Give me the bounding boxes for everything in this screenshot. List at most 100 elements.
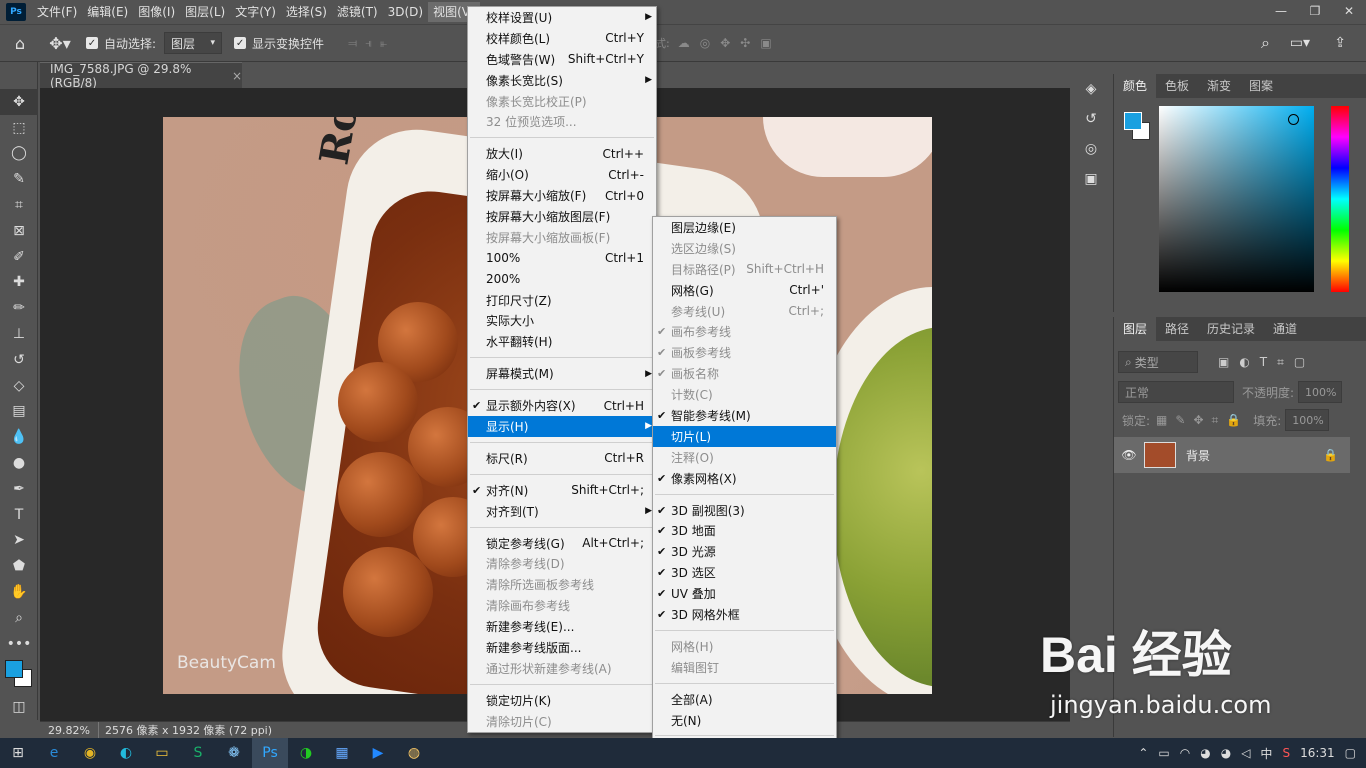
menu-item[interactable]: 色域警告(W) Shift+Ctrl+Y bbox=[468, 49, 656, 70]
crop-tool-icon[interactable]: ⌗ bbox=[0, 192, 38, 218]
battery-icon[interactable]: ▭ bbox=[1158, 746, 1169, 760]
eraser-icon[interactable]: ◇ bbox=[0, 373, 38, 399]
lightbulb-icon[interactable]: ◎ bbox=[1072, 134, 1110, 164]
edge-icon[interactable]: ◐ bbox=[108, 738, 144, 768]
3d-icon[interactable]: ◈ bbox=[1072, 74, 1110, 104]
menu-item[interactable]: 屏幕模式(M) ▶ bbox=[468, 363, 656, 384]
menu-select[interactable]: 选择(S) bbox=[281, 2, 332, 22]
more-tools-icon[interactable]: ••• bbox=[0, 631, 38, 657]
gradient-tool-icon[interactable]: ▤ bbox=[0, 399, 38, 425]
foreground-color-swatch[interactable] bbox=[5, 659, 23, 678]
tab-gradients[interactable]: 渐变 bbox=[1198, 74, 1240, 98]
menu-item[interactable]: ✔ 3D 副视图(3) bbox=[653, 500, 836, 521]
tab-channels[interactable]: 通道 bbox=[1264, 317, 1306, 341]
menu-item[interactable]: ✔ 显示额外内容(X) Ctrl+H bbox=[468, 395, 656, 416]
blend-mode-dropdown[interactable]: 正常 bbox=[1118, 381, 1234, 403]
menu-type[interactable]: 文字(Y) bbox=[230, 2, 281, 22]
quick-mask-icon[interactable]: ◫ bbox=[0, 694, 38, 720]
show-transform-checkbox[interactable]: ✓ 显示变换控件 bbox=[234, 35, 324, 52]
history-icon[interactable]: ↺ bbox=[1072, 104, 1110, 134]
menu-item[interactable]: ✔ 3D 光源 bbox=[653, 541, 836, 562]
ie-icon[interactable]: e bbox=[36, 738, 72, 768]
menu-file[interactable]: 文件(F) bbox=[32, 2, 82, 22]
menu-item[interactable]: 校样颜色(L) Ctrl+Y bbox=[468, 28, 656, 49]
brush-tool-icon[interactable]: ✏ bbox=[0, 295, 38, 321]
pen-tool-icon[interactable]: ✒ bbox=[0, 476, 38, 502]
magic-wand-icon[interactable]: ✎ bbox=[0, 166, 38, 192]
app-icon[interactable]: ▦ bbox=[324, 738, 360, 768]
dodge-tool-icon[interactable]: ● bbox=[0, 450, 38, 476]
shape-tool-icon[interactable]: ⬟ bbox=[0, 553, 38, 579]
path-select-icon[interactable]: ➤ bbox=[0, 528, 38, 554]
menu-item[interactable]: ✔ 对齐(N) Shift+Ctrl+; bbox=[468, 480, 656, 501]
menu-layer[interactable]: 图层(L) bbox=[180, 2, 230, 22]
menu-item[interactable]: 200% bbox=[468, 269, 656, 290]
windows-start-icon[interactable]: ⊞ bbox=[0, 738, 36, 768]
menu-image[interactable]: 图像(I) bbox=[133, 2, 180, 22]
menu-item[interactable]: 缩小(O) Ctrl+- bbox=[468, 164, 656, 185]
chrome-icon[interactable]: ◉ bbox=[72, 738, 108, 768]
hue-slider[interactable] bbox=[1331, 106, 1349, 292]
healing-brush-icon[interactable]: ✚ bbox=[0, 270, 38, 296]
menu-item[interactable]: 按屏幕大小缩放图层(F) bbox=[468, 206, 656, 227]
layer-name[interactable]: 背景 bbox=[1186, 447, 1210, 464]
move-tool-icon[interactable]: ✥▾ bbox=[40, 34, 80, 53]
auto-select-dropdown[interactable]: 图层 ▾ bbox=[164, 32, 223, 54]
wechat-icon[interactable]: ◑ bbox=[288, 738, 324, 768]
auto-select-checkbox[interactable]: ✓ 自动选择: bbox=[86, 35, 156, 52]
tab-patterns[interactable]: 图案 bbox=[1240, 74, 1282, 98]
menu-item[interactable]: 像素长宽比(S) ▶ bbox=[468, 70, 656, 91]
photos-icon[interactable]: ❁ bbox=[216, 738, 252, 768]
kind-filter-dropdown[interactable]: ⌕ 类型 bbox=[1118, 351, 1198, 373]
sheets-icon[interactable]: S bbox=[180, 738, 216, 768]
volume-icon[interactable]: ◁ bbox=[1241, 746, 1250, 760]
tray-arrow-icon[interactable]: ⌃ bbox=[1138, 746, 1148, 760]
qq-icon[interactable]: ◕ bbox=[1200, 746, 1210, 760]
search-icon[interactable]: ⌕ bbox=[1261, 33, 1270, 53]
menu-filter[interactable]: 滤镜(T) bbox=[332, 2, 383, 22]
tab-history[interactable]: 历史记录 bbox=[1198, 317, 1264, 341]
sogou-icon[interactable]: S bbox=[1282, 746, 1290, 760]
fill-input[interactable]: 100% bbox=[1285, 409, 1330, 431]
folder-icon[interactable]: ▭ bbox=[144, 738, 180, 768]
marquee-tool-icon[interactable]: ⬚ bbox=[0, 115, 38, 141]
lock-icons[interactable]: ▦✎✥⌗🔒 bbox=[1156, 413, 1249, 428]
menu-item[interactable]: 100% Ctrl+1 bbox=[468, 248, 656, 269]
close-tab-icon[interactable]: × bbox=[232, 69, 242, 83]
hand-tool-icon[interactable]: ✋ bbox=[0, 579, 38, 605]
qq-icon[interactable]: ◕ bbox=[1221, 746, 1231, 760]
eye-icon[interactable]: 👁 bbox=[1114, 448, 1144, 462]
menu-item[interactable]: ✔ UV 叠加 bbox=[653, 583, 836, 604]
layer-row[interactable]: 👁 背景 🔒 bbox=[1114, 437, 1350, 473]
menu-item[interactable]: 按屏幕大小缩放(F) Ctrl+0 bbox=[468, 185, 656, 206]
menu-item[interactable]: 实际大小 bbox=[468, 310, 656, 331]
move-tool-icon[interactable]: ✥ bbox=[0, 89, 38, 115]
lasso-tool-icon[interactable]: ◯ bbox=[0, 141, 38, 167]
tab-layers[interactable]: 图层 bbox=[1114, 317, 1157, 341]
stamp-tool-icon[interactable]: ⊥ bbox=[0, 321, 38, 347]
menu-item[interactable]: 锁定切片(K) bbox=[468, 690, 656, 711]
menu-item[interactable]: 对齐到(T) ▶ bbox=[468, 501, 656, 522]
document-tab[interactable]: IMG_7588.JPG @ 29.8%(RGB/8) × bbox=[40, 62, 242, 90]
menu-item[interactable]: 切片(L) bbox=[653, 425, 836, 447]
color-picker-cursor[interactable] bbox=[1288, 114, 1299, 125]
share-icon[interactable]: ⇪ bbox=[1334, 35, 1346, 51]
menu-item[interactable]: ✔ 像素网格(X) bbox=[653, 468, 836, 489]
menu-item[interactable]: 标尺(R) Ctrl+R bbox=[468, 448, 656, 469]
panel-fg-swatch[interactable] bbox=[1124, 112, 1142, 130]
ime-indicator[interactable]: 中 bbox=[1260, 745, 1272, 762]
menu-item[interactable]: 放大(I) Ctrl++ bbox=[468, 143, 656, 164]
notification-icon[interactable]: ▢ bbox=[1345, 746, 1356, 760]
menu-edit[interactable]: 编辑(E) bbox=[82, 2, 133, 22]
color-swatches[interactable] bbox=[0, 657, 37, 697]
close-button[interactable]: ✕ bbox=[1332, 0, 1366, 22]
type-tool-icon[interactable]: T bbox=[0, 502, 38, 528]
opacity-input[interactable]: 100% bbox=[1298, 381, 1343, 403]
menu-item[interactable]: 无(N) bbox=[653, 710, 836, 731]
restore-button[interactable]: ❐ bbox=[1298, 0, 1332, 22]
3d-mode-icons[interactable]: ☁◎✥✣▣ bbox=[678, 36, 782, 50]
filter-icons[interactable]: ▣◐T⌗▢ bbox=[1218, 355, 1315, 370]
menu-item[interactable]: 图层边缘(E) bbox=[653, 217, 836, 238]
home-icon[interactable]: ⌂ bbox=[0, 34, 40, 53]
menu-item[interactable]: 全部(A) bbox=[653, 689, 836, 710]
